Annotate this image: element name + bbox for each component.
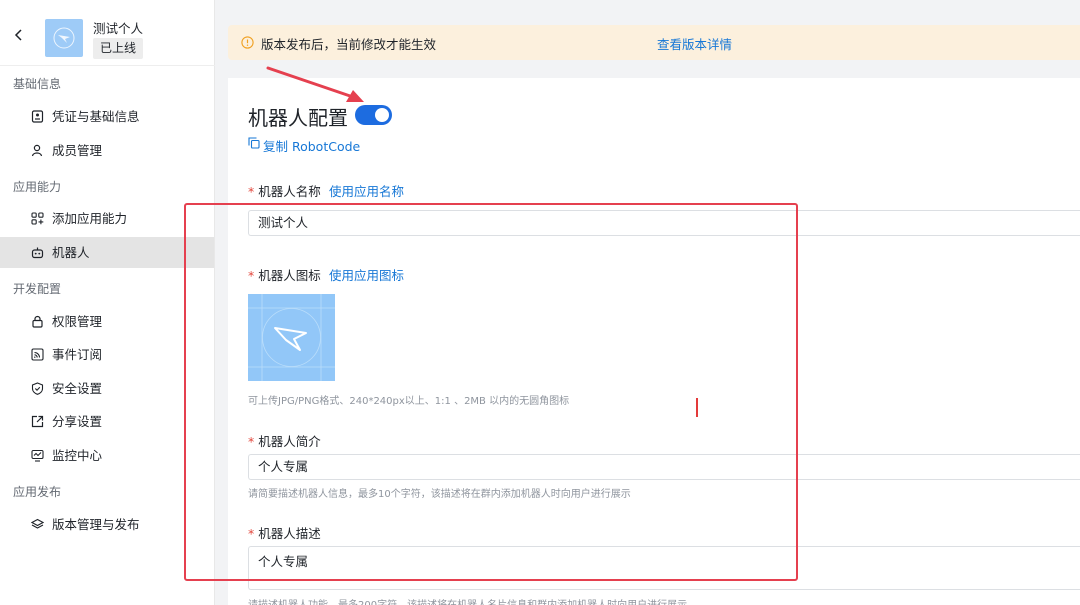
app-header: 测试个人 已上线 bbox=[0, 8, 215, 64]
group-title-dev: 开发配置 bbox=[13, 282, 62, 296]
robot-name-label: * 机器人名称 bbox=[248, 184, 321, 199]
sidebar-item-label: 事件订阅 bbox=[52, 347, 103, 362]
sidebar-item-add-ability[interactable]: 添加应用能力 bbox=[0, 203, 214, 234]
use-app-name-link[interactable]: 使用应用名称 bbox=[329, 181, 404, 200]
shield-icon bbox=[31, 382, 44, 395]
sidebar-item-members[interactable]: 成员管理 bbox=[0, 135, 214, 166]
sidebar-item-credentials[interactable]: 凭证与基础信息 bbox=[0, 101, 214, 132]
sidebar-item-label: 成员管理 bbox=[52, 143, 103, 158]
use-app-icon-link[interactable]: 使用应用图标 bbox=[329, 265, 404, 284]
notice-bar: 版本发布后，当前修改才能生效 查看版本详情 bbox=[228, 25, 1080, 60]
robot-desc-hint: 请描述机器人功能，最多200字符，该描述将在机器人名片信息和群内添加机器人时向用… bbox=[248, 596, 687, 605]
sidebar-item-label: 添加应用能力 bbox=[52, 211, 128, 226]
sidebar-item-label: 凭证与基础信息 bbox=[52, 109, 140, 124]
back-arrow-icon[interactable] bbox=[12, 28, 26, 42]
grid-add-icon bbox=[31, 212, 44, 225]
notice-text: 版本发布后，当前修改才能生效 bbox=[261, 37, 437, 52]
group-title-abilities: 应用能力 bbox=[13, 180, 62, 194]
sidebar-item-label: 监控中心 bbox=[52, 448, 103, 463]
sidebar-item-share[interactable]: 分享设置 bbox=[0, 406, 214, 437]
user-icon bbox=[31, 144, 44, 157]
robot-icon-label: * 机器人图标 bbox=[248, 268, 321, 283]
robot-intro-label: * 机器人简介 bbox=[248, 434, 321, 449]
sidebar-item-versions[interactable]: 版本管理与发布 bbox=[0, 509, 214, 540]
text-cursor-mark bbox=[696, 398, 698, 417]
status-badge: 已上线 bbox=[93, 38, 144, 59]
sidebar-item-label: 机器人 bbox=[52, 245, 90, 260]
share-icon bbox=[31, 415, 44, 428]
robot-intro-hint: 请简要描述机器人信息，最多10个字符，该描述将在群内添加机器人时向用户进行展示 bbox=[248, 489, 631, 500]
robot-intro-input[interactable]: 个人专属 bbox=[248, 454, 1080, 480]
lock-icon bbox=[31, 315, 44, 328]
robot-enable-toggle[interactable] bbox=[355, 105, 392, 125]
sidebar-item-label: 安全设置 bbox=[52, 381, 103, 396]
app-name: 测试个人 bbox=[93, 21, 144, 36]
robot-icon-hint: 可上传JPG/PNG格式、240*240px以上、1:1 、2MB 以内的无圆角… bbox=[248, 396, 570, 407]
divider bbox=[0, 65, 215, 66]
robot-icon-upload[interactable] bbox=[248, 294, 335, 381]
info-icon bbox=[241, 36, 254, 53]
copy-icon bbox=[248, 137, 260, 153]
group-title-publish: 应用发布 bbox=[13, 485, 62, 499]
group-title-basic: 基础信息 bbox=[13, 77, 62, 91]
robot-name-input[interactable]: 测试个人 bbox=[248, 210, 1080, 236]
sidebar-item-label: 分享设置 bbox=[52, 414, 103, 429]
sidebar-item-permissions[interactable]: 权限管理 bbox=[0, 306, 214, 337]
sidebar-item-security[interactable]: 安全设置 bbox=[0, 373, 214, 404]
sidebar: 测试个人 已上线 基础信息 凭证与基础信息 成员管理 应用能力 添加应用能力 机… bbox=[0, 0, 215, 605]
robot-desc-textarea[interactable]: 个人专属 bbox=[248, 546, 1080, 590]
app-logo bbox=[45, 19, 83, 57]
sidebar-item-label: 版本管理与发布 bbox=[52, 517, 140, 532]
sidebar-item-monitor[interactable]: 监控中心 bbox=[0, 440, 214, 471]
credential-icon bbox=[31, 110, 44, 123]
robot-icon bbox=[31, 246, 44, 259]
robot-desc-label: * 机器人描述 bbox=[248, 526, 321, 541]
sidebar-item-robot[interactable]: 机器人 bbox=[0, 237, 214, 268]
robot-config-panel: 机器人配置 复制 RobotCode * 机器人名称 使用应用名称 测试个人 * 机… bbox=[228, 78, 1080, 605]
copy-robotcode-label: 复制 RobotCode bbox=[263, 139, 361, 154]
monitor-icon bbox=[31, 449, 44, 462]
sidebar-item-label: 权限管理 bbox=[52, 314, 103, 329]
page-title: 机器人配置 bbox=[248, 106, 348, 130]
version-details-link[interactable]: 查看版本详情 bbox=[657, 34, 732, 53]
sidebar-item-events[interactable]: 事件订阅 bbox=[0, 339, 214, 370]
rss-icon bbox=[31, 348, 44, 361]
layers-icon bbox=[31, 518, 44, 531]
